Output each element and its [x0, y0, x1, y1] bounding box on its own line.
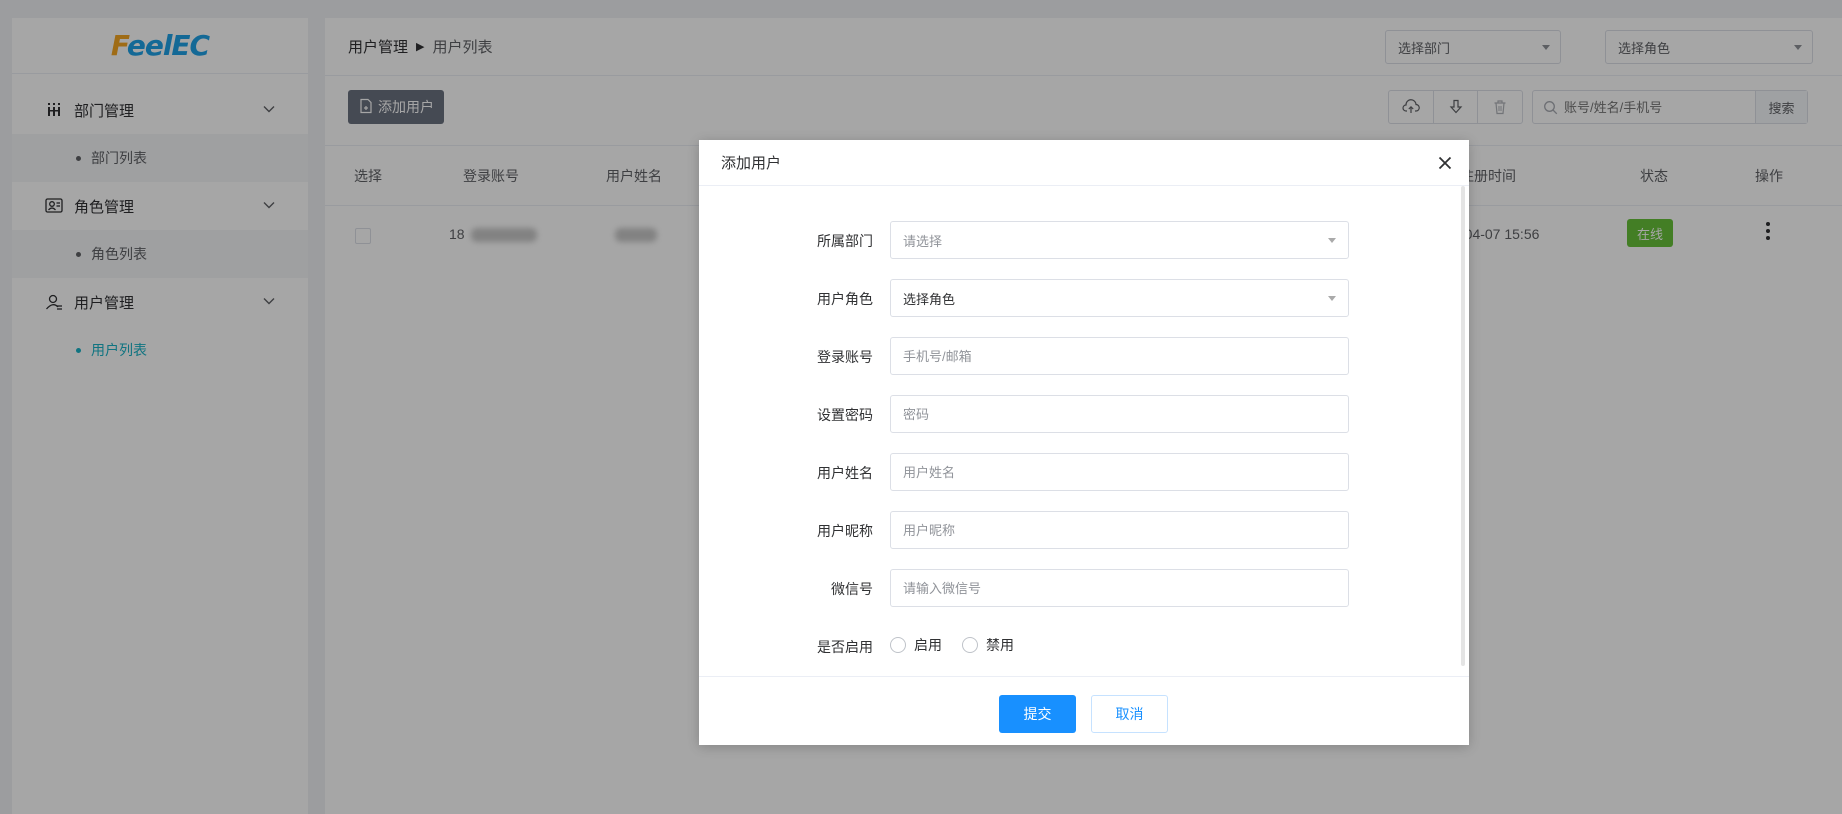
cancel-button[interactable]: 取消 — [1091, 695, 1168, 733]
wechat-field-wrap — [890, 569, 1349, 607]
close-icon — [1438, 156, 1452, 170]
form-row-nickname: 用户昵称 — [699, 509, 1469, 549]
nickname-field-wrap — [890, 511, 1349, 549]
role-dropdown[interactable]: 选择角色 — [890, 279, 1349, 317]
password-field-wrap — [890, 395, 1349, 433]
form-row-password: 设置密码 — [699, 393, 1469, 433]
form-row-department: 所属部门 请选择 — [699, 219, 1469, 259]
form-row-role: 用户角色 选择角色 — [699, 277, 1469, 317]
radio-circle-icon — [962, 637, 978, 653]
account-field-wrap — [890, 337, 1349, 375]
role-dropdown-value: 选择角色 — [903, 291, 956, 307]
radio-enable[interactable]: 启用 — [890, 635, 942, 655]
wechat-field[interactable] — [903, 580, 1336, 596]
radio-disable[interactable]: 禁用 — [962, 635, 1014, 655]
form-row-enable: 是否启用 启用 禁用 — [699, 625, 1469, 665]
department-dropdown-placeholder: 请选择 — [903, 233, 943, 249]
close-button[interactable] — [1435, 153, 1455, 173]
dialog-title: 添加用户 — [721, 155, 782, 172]
account-field[interactable] — [903, 348, 1336, 364]
field-label: 是否启用 — [817, 639, 873, 655]
field-label: 用户角色 — [817, 291, 873, 307]
enable-radio-group: 启用 禁用 — [890, 635, 1034, 655]
form-row-wechat: 微信号 — [699, 567, 1469, 607]
dialog-footer: 提交 取消 — [699, 676, 1469, 745]
field-label: 用户姓名 — [817, 465, 873, 481]
caret-down-icon — [1328, 296, 1336, 301]
name-field[interactable] — [903, 464, 1336, 480]
dialog-header: 添加用户 — [699, 140, 1469, 186]
form-row-account: 登录账号 — [699, 335, 1469, 375]
department-dropdown[interactable]: 请选择 — [890, 221, 1349, 259]
submit-button[interactable]: 提交 — [999, 695, 1076, 733]
field-label: 用户昵称 — [817, 523, 873, 539]
field-label: 微信号 — [831, 581, 873, 597]
nickname-field[interactable] — [903, 522, 1336, 538]
caret-down-icon — [1328, 238, 1336, 243]
radio-circle-icon — [890, 637, 906, 653]
field-label: 登录账号 — [817, 349, 873, 365]
dialog-body: 所属部门 请选择 用户角色 选择角色 登录账号 设置密码 — [699, 186, 1469, 676]
field-label: 设置密码 — [817, 407, 873, 423]
field-label: 所属部门 — [817, 233, 873, 249]
radio-label: 禁用 — [986, 637, 1014, 653]
form-row-name: 用户姓名 — [699, 451, 1469, 491]
name-field-wrap — [890, 453, 1349, 491]
radio-label: 启用 — [914, 637, 942, 653]
password-field[interactable] — [903, 406, 1336, 422]
add-user-dialog: 添加用户 所属部门 请选择 用户角色 选择角色 登录账号 手机号/邮箱 设置密码… — [699, 140, 1469, 745]
